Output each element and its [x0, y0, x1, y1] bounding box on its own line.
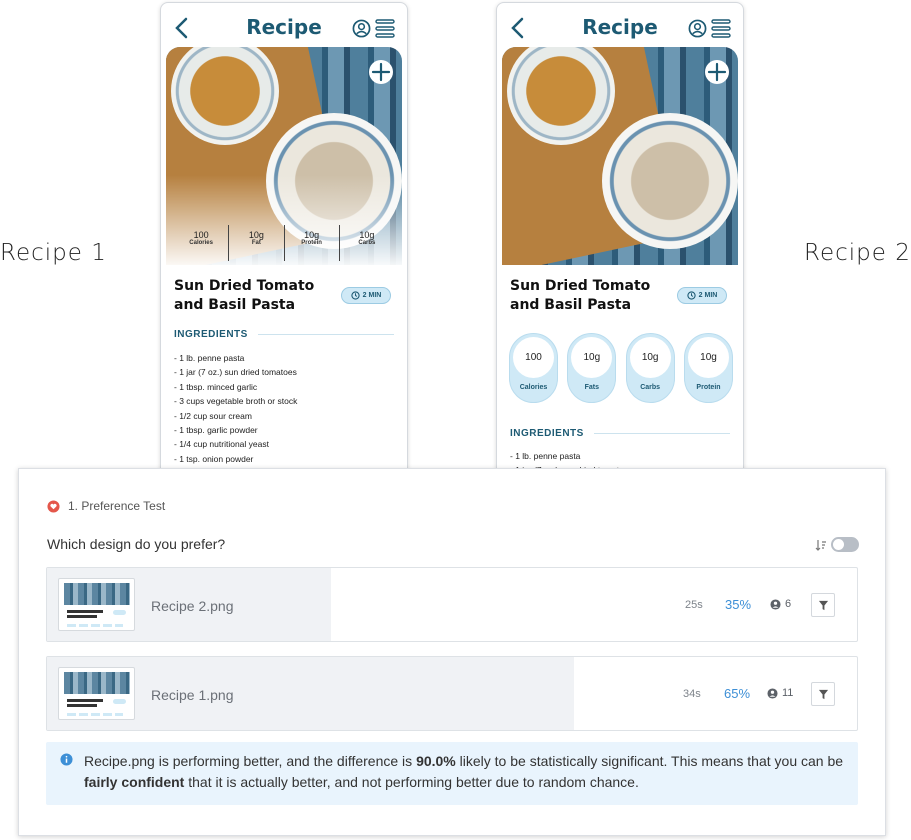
macro-calories: 100 Calories: [509, 333, 558, 403]
macro-fats: 10g Fats: [567, 333, 617, 403]
filter-icon: [818, 600, 828, 610]
time-badge: 2 MIN: [341, 287, 391, 304]
significance-info-box: Recipe.png is performing better, and the…: [46, 742, 858, 805]
filter-button[interactable]: [811, 682, 835, 706]
list-item: - 1 tbsp. garlic powder: [174, 425, 258, 436]
recipe-1-mockup: Recipe 100 Calories 10g Fat 10g Protein 10g…: [160, 2, 408, 472]
preference-test-results: 1. Preference Test Which design do you p…: [18, 468, 886, 836]
macro-carbs: 10g Carbs: [625, 333, 675, 403]
recipe-1-label: Recipe 1: [0, 240, 107, 266]
sort-icon[interactable]: [815, 539, 827, 551]
menu-icon[interactable]: [711, 18, 731, 39]
recipe-photo: 100 Calories 10g Fat 10g Protein 10g Carbs: [166, 47, 402, 265]
avg-time: 25s: [685, 599, 703, 611]
nutrition-protein: 10g Protein: [283, 225, 339, 261]
time-label: 2 MIN: [362, 292, 382, 299]
add-icon[interactable]: [368, 59, 394, 85]
list-item: - 3 cups vegetable broth or stock: [174, 396, 298, 407]
vote-percent: 35%: [725, 597, 752, 612]
profile-icon[interactable]: [352, 19, 371, 38]
list-item: - 1 lb. penne pasta: [510, 451, 581, 461]
avg-time: 34s: [683, 688, 701, 700]
nutrition-carbs: 10g Carbs: [338, 225, 394, 261]
user-icon: [767, 687, 778, 699]
task-title: 1. Preference Test: [68, 499, 166, 513]
nutrition-calories: 100 Calories: [189, 230, 213, 246]
filter-icon: [818, 689, 828, 699]
design-thumbnail[interactable]: [58, 578, 135, 631]
user-icon: [770, 598, 781, 610]
list-item: - 1 tsp. onion powder: [174, 453, 254, 464]
profile-icon[interactable]: [688, 19, 707, 38]
nutrition-fat: 10g Fat: [228, 225, 283, 261]
file-name: Recipe 1.png: [151, 687, 234, 703]
list-item: - 1 jar (7 oz.) sun dried tomatoes: [174, 367, 297, 378]
menu-icon[interactable]: [375, 18, 395, 39]
recipe-2-label: Recipe 2: [804, 240, 911, 266]
sort-toggle[interactable]: [831, 537, 859, 552]
macro-pills: 100 Calories 10g Fats 10g Carbs 10g Protein: [509, 333, 733, 403]
heart-icon: [47, 499, 60, 513]
list-item: - 1 lb. penne pasta: [174, 353, 245, 363]
list-item: - 1/2 cup sour cream: [174, 410, 252, 421]
ingredients-heading: INGREDIENTS: [510, 428, 730, 439]
time-badge: 2 MIN: [677, 287, 727, 304]
significance-text: Recipe.png is performing better, and the…: [84, 753, 844, 790]
list-item: - 1/4 cup nutritional yeast: [174, 439, 269, 450]
info-icon: [60, 753, 73, 766]
app-header: Recipe: [497, 3, 743, 49]
list-item: - 1 tbsp. minced garlic: [174, 381, 258, 392]
filter-button[interactable]: [811, 593, 835, 617]
question-text: Which design do you prefer?: [47, 536, 226, 552]
macro-protein: 10g Protein: [683, 333, 733, 403]
recipe-title: Sun Dried Tomato and Basil Pasta: [510, 278, 651, 313]
add-icon[interactable]: [704, 59, 730, 85]
recipe-2-mockup: Recipe Sun Dried Tomato and Basil Pasta …: [496, 2, 744, 472]
task-header: 1. Preference Test: [47, 499, 165, 513]
participant-count: 6: [770, 598, 791, 610]
clock-icon: [687, 291, 696, 300]
recipe-title: Sun Dried Tomato and Basil Pasta: [174, 278, 315, 313]
clock-icon: [351, 291, 360, 300]
design-thumbnail[interactable]: [58, 667, 135, 720]
ingredients-heading: INGREDIENTS: [174, 329, 394, 340]
ingredients-list: - 1 lb. penne pasta - 1 jar (7 oz.) sun …: [174, 351, 297, 466]
nutrition-row: 100 Calories 10g Fat 10g Protein 10g Carbs: [174, 225, 394, 261]
participant-count: 11: [767, 687, 793, 699]
vote-percent: 65%: [724, 686, 751, 701]
file-name: Recipe 2.png: [151, 598, 234, 614]
recipe-photo: [502, 47, 738, 265]
time-label: 2 MIN: [698, 292, 718, 299]
result-row-recipe-1[interactable]: Recipe 1.png 34s 65% 11: [46, 656, 858, 731]
app-header: Recipe: [161, 3, 407, 49]
result-row-recipe-2[interactable]: Recipe 2.png 25s 35% 6: [46, 567, 858, 642]
